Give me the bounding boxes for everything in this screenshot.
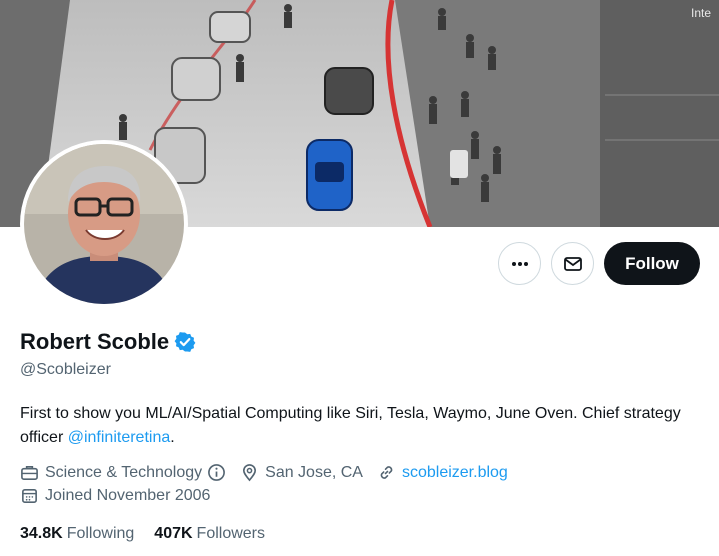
joined-label: Joined November 2006 bbox=[45, 486, 211, 504]
followers-count: 407K bbox=[154, 525, 193, 542]
meta-location: San Jose, CA bbox=[240, 463, 363, 482]
following-count: 34.8K bbox=[20, 525, 63, 542]
meta-website[interactable]: scobleizer.blog bbox=[377, 463, 508, 482]
bio-mention-link[interactable]: @infiniteretina bbox=[68, 429, 171, 446]
info-icon[interactable] bbox=[207, 463, 226, 482]
profile-name-row: Robert Scoble bbox=[20, 329, 196, 355]
avatar-photo bbox=[24, 144, 184, 304]
profile-stats: 34.8K Following 407K Followers bbox=[20, 525, 285, 543]
avatar[interactable] bbox=[20, 140, 188, 308]
profile-meta: Science & Technology San Jose, CA scoble… bbox=[20, 463, 522, 482]
location-pin-icon bbox=[240, 463, 259, 482]
website-link[interactable]: scobleizer.blog bbox=[402, 464, 508, 482]
more-dots-icon bbox=[511, 261, 528, 266]
message-button[interactable] bbox=[551, 242, 594, 285]
briefcase-icon bbox=[20, 463, 39, 482]
banner-corner-text: Inte bbox=[691, 6, 711, 20]
follow-button[interactable]: Follow bbox=[604, 242, 700, 285]
more-button[interactable] bbox=[498, 242, 541, 285]
followers-link[interactable]: 407K Followers bbox=[154, 525, 265, 543]
profile-bio: First to show you ML/AI/Spatial Computin… bbox=[20, 402, 710, 450]
category-label: Science & Technology bbox=[45, 463, 203, 481]
following-link[interactable]: 34.8K Following bbox=[20, 525, 134, 543]
location-label: San Jose, CA bbox=[265, 463, 363, 481]
display-name: Robert Scoble bbox=[20, 329, 170, 354]
following-label: Following bbox=[66, 525, 135, 542]
meta-joined: Joined November 2006 bbox=[20, 486, 210, 505]
calendar-icon bbox=[20, 486, 39, 505]
link-icon bbox=[377, 463, 396, 482]
verified-badge-icon[interactable] bbox=[174, 331, 196, 353]
followers-label: Followers bbox=[196, 525, 266, 542]
profile-handle: @Scobleizer bbox=[20, 361, 111, 378]
envelope-icon bbox=[563, 256, 582, 271]
profile-meta-joined: Joined November 2006 bbox=[20, 486, 224, 505]
bio-end: . bbox=[170, 429, 175, 446]
meta-category: Science & Technology bbox=[20, 463, 226, 482]
